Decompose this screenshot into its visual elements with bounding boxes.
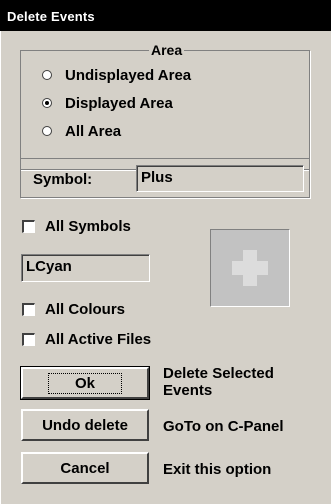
radio-button[interactable] xyxy=(42,70,52,80)
radio-label: Undisplayed Area xyxy=(65,66,192,84)
radio-button[interactable] xyxy=(42,126,52,136)
symbol-groupbox: Symbol: Plus xyxy=(20,158,310,198)
radio-label: All Area xyxy=(65,122,122,140)
cancel-label: Cancel xyxy=(60,459,110,477)
all-colours-label: All Colours xyxy=(45,300,126,318)
ok-description-line1: Delete Selected xyxy=(163,365,274,382)
undo-description: GoTo on C-Panel xyxy=(163,418,284,435)
all-colours-checkbox[interactable] xyxy=(22,302,35,316)
ok-description: Delete Selected Events xyxy=(163,365,274,399)
ok-button[interactable]: Ok xyxy=(20,366,150,400)
undo-delete-button[interactable]: Undo delete xyxy=(21,409,149,441)
colour-field[interactable]: LCyan xyxy=(21,254,150,282)
dialog-body: Area Undisplayed Area Displayed Area All… xyxy=(0,31,331,504)
all-active-files-checkbox[interactable] xyxy=(22,332,35,346)
radio-label: Displayed Area xyxy=(65,94,173,112)
all-active-files-checkbox-row[interactable]: All Active Files xyxy=(22,329,151,349)
all-symbols-checkbox-row[interactable]: All Symbols xyxy=(22,216,131,236)
window-title: Delete Events xyxy=(7,9,95,24)
radio-displayed-area[interactable]: Displayed Area xyxy=(42,93,173,113)
undo-delete-label: Undo delete xyxy=(42,416,128,434)
area-group-title: Area xyxy=(149,42,185,58)
radio-button-checked[interactable] xyxy=(42,98,52,108)
symbol-preview xyxy=(210,229,290,307)
title-bar: Delete Events xyxy=(0,0,331,31)
all-active-files-label: All Active Files xyxy=(45,330,152,348)
symbol-field[interactable]: Plus xyxy=(136,165,304,192)
cancel-description: Exit this option xyxy=(163,461,272,478)
all-symbols-label: All Symbols xyxy=(45,217,131,235)
all-symbols-checkbox[interactable] xyxy=(22,219,35,233)
radio-all-area[interactable]: All Area xyxy=(42,121,121,141)
ok-button-label: Ok xyxy=(47,372,122,394)
ok-description-line2: Events xyxy=(163,382,213,399)
symbol-label: Symbol: xyxy=(33,171,93,188)
radio-undisplayed-area[interactable]: Undisplayed Area xyxy=(42,65,191,85)
all-colours-checkbox-row[interactable]: All Colours xyxy=(22,299,125,319)
cancel-button[interactable]: Cancel xyxy=(21,452,149,484)
area-groupbox: Area Undisplayed Area Displayed Area All… xyxy=(20,42,310,170)
